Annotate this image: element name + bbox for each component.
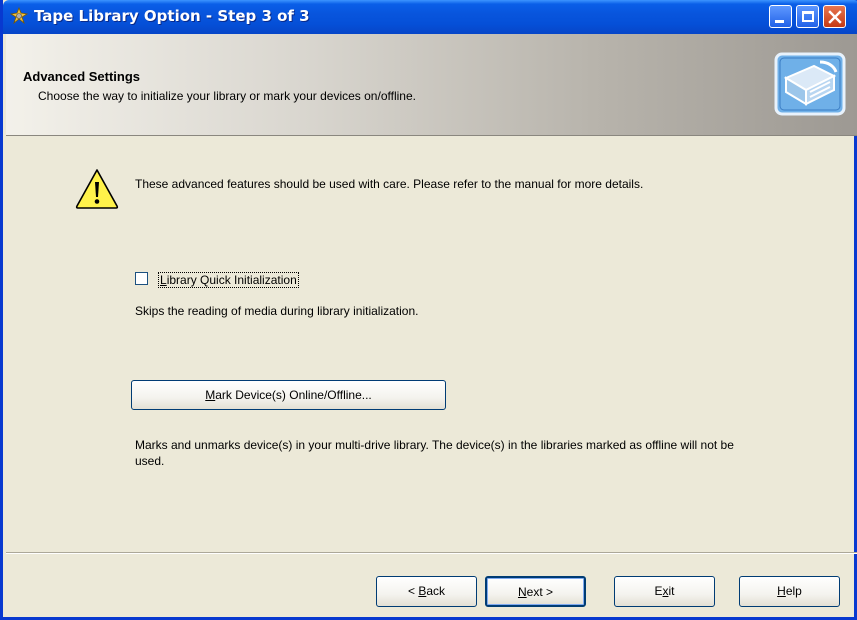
quick-init-accel: L bbox=[160, 273, 167, 287]
warning-message: These advanced features should be used w… bbox=[135, 177, 644, 191]
help-accel: H bbox=[777, 584, 786, 598]
close-button[interactable] bbox=[823, 5, 846, 28]
back-label: ack bbox=[426, 584, 446, 598]
quick-init-checkbox[interactable] bbox=[135, 272, 148, 285]
next-label: ext > bbox=[526, 585, 554, 599]
tape-library-app-icon bbox=[10, 7, 28, 25]
quick-init-label[interactable]: Library Quick Initialization bbox=[158, 272, 299, 288]
quick-init-label-text: ibrary Quick Initialization bbox=[166, 273, 297, 287]
maximize-button[interactable] bbox=[796, 5, 819, 28]
page-title: Advanced Settings bbox=[23, 69, 141, 84]
exit-button[interactable]: Exit bbox=[614, 576, 715, 607]
page-subtitle: Choose the way to initialize your librar… bbox=[38, 89, 416, 103]
wizard-header: Advanced Settings Choose the way to init… bbox=[6, 34, 857, 136]
mark-devices-accel: M bbox=[205, 388, 216, 402]
wizard-window: Tape Library Option - Step 3 of 3 Advanc… bbox=[0, 0, 857, 620]
minimize-button[interactable] bbox=[769, 5, 792, 28]
title-bar[interactable]: Tape Library Option - Step 3 of 3 bbox=[3, 0, 857, 34]
help-button[interactable]: Help bbox=[739, 576, 840, 607]
back-button[interactable]: < Back bbox=[376, 576, 477, 607]
exit-prefix: E bbox=[654, 584, 663, 598]
maximize-icon bbox=[802, 11, 814, 22]
exit-label: it bbox=[668, 584, 675, 598]
back-prefix: < bbox=[407, 584, 419, 598]
quick-init-description: Skips the reading of media during librar… bbox=[135, 304, 419, 318]
tape-library-logo-icon bbox=[774, 52, 846, 116]
next-accel: N bbox=[517, 585, 527, 599]
mark-devices-label: ark Device(s) Online/Offline... bbox=[215, 388, 372, 402]
minimize-icon bbox=[775, 20, 784, 23]
mark-devices-description: Marks and unmarks device(s) in your mult… bbox=[135, 438, 734, 468]
next-button[interactable]: Next > bbox=[485, 576, 586, 607]
mark-devices-button[interactable]: Mark Device(s) Online/Offline... bbox=[131, 380, 446, 410]
close-icon bbox=[828, 10, 842, 24]
footer-divider bbox=[6, 552, 857, 554]
help-label: elp bbox=[785, 584, 802, 598]
window-title: Tape Library Option - Step 3 of 3 bbox=[34, 7, 310, 25]
warning-icon bbox=[75, 169, 119, 209]
